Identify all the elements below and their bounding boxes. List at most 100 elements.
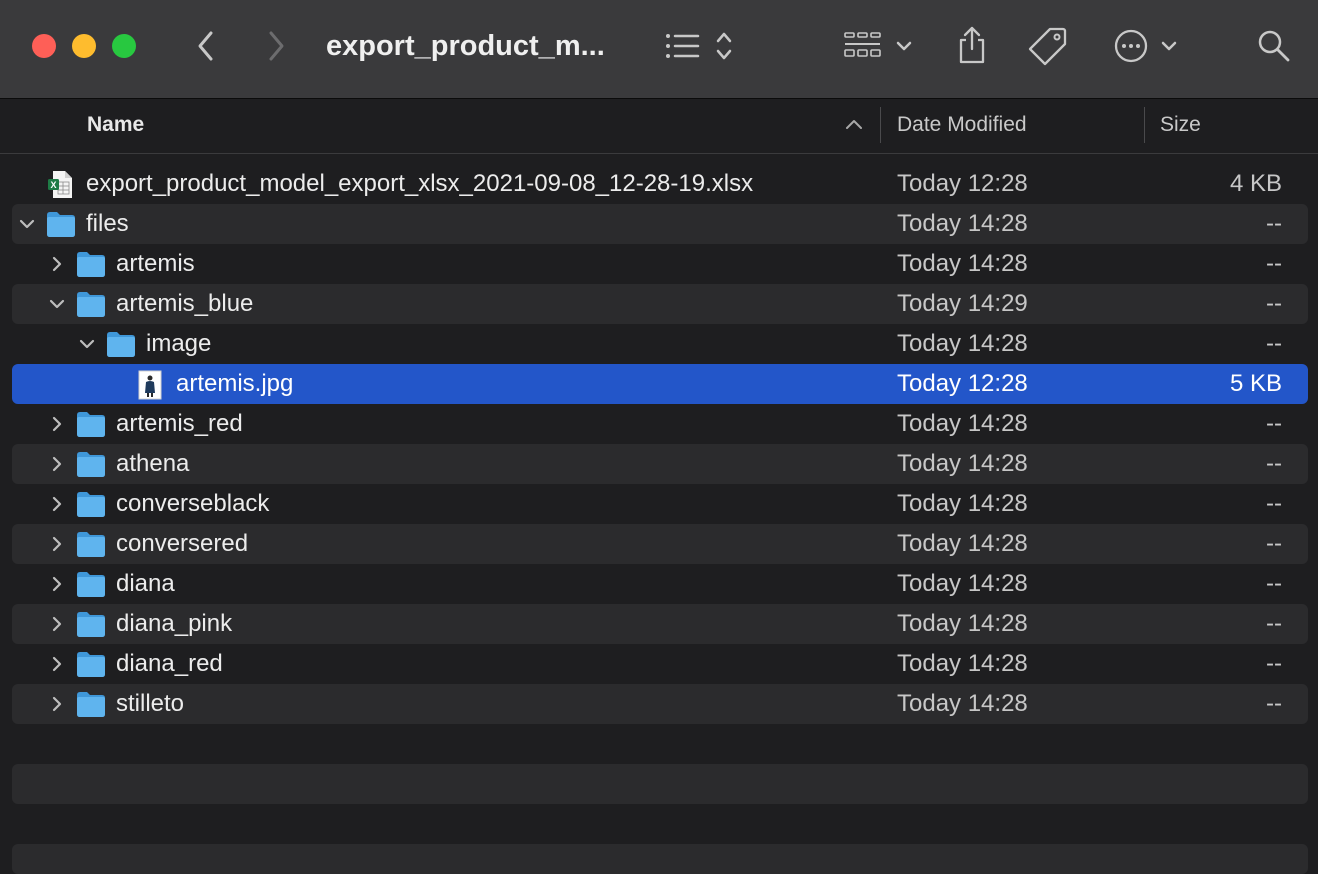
minimize-window-button[interactable] [72,34,96,58]
date-modified: Today 14:28 [897,650,1028,677]
forward-button[interactable] [260,26,292,66]
folder-icon [45,209,77,244]
file-size: 4 KB [1229,170,1282,197]
folder-icon [75,569,107,604]
date-modified: Today 14:28 [897,530,1028,557]
folder-icon [77,452,105,477]
file-row[interactable]: Xexport_product_model_export_xlsx_2021-0… [12,164,1308,204]
file-row[interactable]: diana_pink Today 14:28 -- [12,604,1308,644]
window-title: export_product_m... [326,30,605,62]
file-row[interactable]: converseblack Today 14:28 -- [12,484,1308,524]
folder-icon [75,289,107,324]
file-row[interactable]: diana Today 14:28 -- [12,564,1308,604]
file-row-selected[interactable]: artemis.jpg Today 12:28 5 KB [12,364,1308,404]
column-header: Name Date Modified Size [0,99,1318,154]
back-button[interactable] [190,26,222,66]
date-modified: Today 12:28 [897,370,1028,397]
svg-text:X: X [50,180,56,190]
date-modified: Today 14:28 [897,570,1028,597]
file-size: -- [1266,530,1282,557]
disclosure-expanded-icon[interactable] [46,293,68,320]
file-name: athena [116,450,190,477]
folder-icon [77,532,105,557]
disclosure-collapsed-icon[interactable] [46,413,68,440]
folder-icon [77,572,105,597]
chevron-right-icon [52,616,62,632]
chevron-right-icon [52,256,62,272]
file-size: -- [1266,210,1282,237]
tag-button[interactable] [1026,24,1070,68]
file-size: -- [1266,290,1282,317]
file-row[interactable]: conversered Today 14:28 -- [12,524,1308,564]
search-button[interactable] [1254,26,1294,66]
file-row[interactable]: files Today 14:28 -- [12,204,1308,244]
window-toolbar: export_product_m... [0,0,1318,99]
sort-ascending-icon [846,120,862,129]
excel-file-icon: X [45,169,77,206]
chevron-right-icon [52,456,62,472]
folder-icon [75,689,107,724]
disclosure-collapsed-icon[interactable] [46,533,68,560]
date-modified: Today 14:28 [897,690,1028,717]
chevron-right-icon [52,536,62,552]
date-modified: Today 12:28 [897,170,1028,197]
file-name: converseblack [116,490,270,517]
file-name: image [146,330,212,357]
excel-file-icon: X [48,171,72,198]
disclosure-expanded-icon[interactable] [16,213,38,240]
folder-icon [75,409,107,444]
file-size: -- [1266,450,1282,477]
ellipsis-circle-icon [1114,29,1177,63]
size-column-header[interactable]: Size [1160,99,1201,153]
chevron-right-icon [269,31,284,61]
zoom-window-button[interactable] [112,34,136,58]
file-name: diana [116,570,175,597]
date-modified-column-header[interactable]: Date Modified [897,99,1027,153]
folder-icon [75,249,107,284]
file-row[interactable]: artemis Today 14:28 -- [12,244,1308,284]
share-button[interactable] [952,24,992,66]
folder-icon [75,529,107,564]
disclosure-collapsed-icon[interactable] [46,573,68,600]
image-thumbnail-icon [135,369,167,406]
file-size: -- [1266,650,1282,677]
folder-icon [105,329,137,364]
column-divider[interactable] [1144,107,1145,143]
file-size: -- [1266,490,1282,517]
folder-icon [77,492,105,517]
file-row[interactable]: diana_red Today 14:28 -- [12,644,1308,684]
chevron-down-icon [19,219,35,229]
disclosure-collapsed-icon[interactable] [46,653,68,680]
file-name: stilleto [116,690,185,717]
date-modified: Today 14:28 [897,610,1028,637]
file-row[interactable]: artemis_red Today 14:28 -- [12,404,1308,444]
date-modified: Today 14:28 [897,250,1028,277]
date-modified: Today 14:29 [897,290,1028,317]
more-actions-button[interactable] [1110,26,1182,66]
file-row[interactable]: athena Today 14:28 -- [12,444,1308,484]
chevron-right-icon [52,656,62,672]
close-window-button[interactable] [32,34,56,58]
file-name: diana_red [116,650,223,677]
file-row[interactable]: stilleto Today 14:28 -- [12,684,1308,724]
view-options-button[interactable] [660,26,740,66]
file-row[interactable]: image Today 14:28 -- [12,324,1308,364]
disclosure-collapsed-icon[interactable] [46,693,68,720]
disclosure-collapsed-icon[interactable] [46,613,68,640]
disclosure-collapsed-icon[interactable] [46,493,68,520]
group-button[interactable] [842,26,916,66]
column-divider[interactable] [880,107,881,143]
file-name: artemis [116,250,195,277]
file-row[interactable]: artemis_blue Today 14:29 -- [12,284,1308,324]
empty-list-row [12,844,1308,874]
chevron-right-icon [52,416,62,432]
file-name: artemis.jpg [176,370,294,397]
file-name: artemis_blue [116,290,254,317]
disclosure-collapsed-icon[interactable] [46,253,68,280]
disclosure-expanded-icon[interactable] [76,333,98,360]
folder-icon [77,692,105,717]
name-column-header[interactable]: Name [87,99,144,153]
search-icon [1258,30,1290,62]
disclosure-collapsed-icon[interactable] [46,453,68,480]
folder-icon [75,489,107,524]
